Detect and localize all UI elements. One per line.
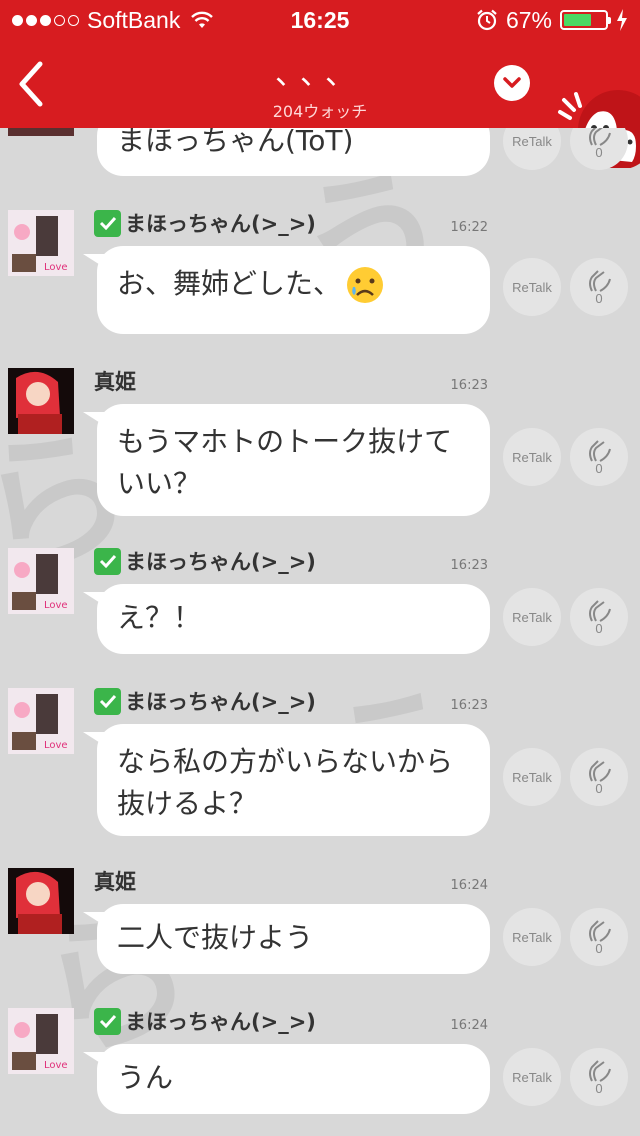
clap-icon bbox=[589, 759, 611, 782]
sender-label: まほっちゃん(>_>) bbox=[125, 550, 316, 574]
retalk-button[interactable]: ReTalk bbox=[503, 1048, 561, 1106]
clap-count: 0 bbox=[595, 460, 603, 476]
battery-icon bbox=[560, 10, 611, 30]
avatar[interactable]: Love bbox=[8, 548, 74, 614]
clap-button[interactable]: 0 bbox=[570, 1048, 628, 1106]
clap-icon bbox=[589, 1059, 611, 1082]
nav-bar: 、、、 204ウォッチ bbox=[0, 40, 640, 168]
message-text: お、舞姉どした、 bbox=[117, 267, 342, 300]
sender-label: まほっちゃん(>_>) bbox=[125, 212, 316, 236]
check-icon bbox=[94, 547, 121, 575]
sender-name: 真姫 bbox=[94, 366, 136, 396]
message-bubble[interactable]: もうマホトのトーク抜けて いい？ bbox=[83, 404, 490, 516]
sender-label: 真姫 bbox=[94, 370, 136, 394]
message-time: 16:23 bbox=[450, 378, 488, 393]
sender-name: まほっちゃん(>_>) bbox=[94, 1006, 316, 1036]
sender-name: 真姫 bbox=[94, 866, 136, 896]
sender-label: まほっちゃん(>_>) bbox=[125, 1010, 316, 1034]
clap-button[interactable]: 0 bbox=[570, 908, 628, 966]
svg-text:Love: Love bbox=[44, 740, 68, 751]
svg-text:Love: Love bbox=[44, 1060, 68, 1071]
sender-name: まほっちゃん(>_>) bbox=[94, 208, 316, 238]
message-bubble[interactable]: 二人で抜けよう bbox=[83, 904, 490, 974]
retalk-button[interactable]: ReTalk bbox=[503, 748, 561, 806]
dropdown-button[interactable] bbox=[494, 65, 530, 101]
sender-name: まほっちゃん(>_>) bbox=[94, 546, 316, 576]
avatar[interactable] bbox=[8, 368, 74, 434]
message-text: いい？ bbox=[117, 467, 202, 500]
clap-button[interactable]: 0 bbox=[570, 748, 628, 806]
status-time: 16:25 bbox=[290, 6, 350, 33]
message-bubble[interactable]: なら私の方がいらないから 抜けるよ？ bbox=[83, 724, 490, 836]
message-text: 抜けるよ？ bbox=[117, 787, 258, 820]
clap-count: 0 bbox=[595, 940, 603, 956]
message-text: 二人で抜けよう bbox=[117, 921, 314, 954]
sender-name: まほっちゃん(>_>) bbox=[94, 686, 316, 716]
watch-count: 204ウォッチ bbox=[272, 102, 368, 121]
check-icon bbox=[94, 209, 121, 237]
message-time: 16:23 bbox=[450, 698, 488, 713]
avatar[interactable] bbox=[8, 868, 74, 934]
status-bar: SoftBank 16:25 67% bbox=[0, 0, 640, 40]
page-title: 、、、 bbox=[275, 57, 365, 92]
clap-icon bbox=[589, 439, 611, 462]
clap-button[interactable]: 0 bbox=[570, 258, 628, 316]
message-bubble[interactable]: まほっちゃん(ToT) bbox=[83, 128, 490, 176]
retalk-button[interactable]: ReTalk bbox=[503, 428, 561, 486]
message-time: 16:24 bbox=[450, 878, 488, 893]
check-icon bbox=[94, 1007, 121, 1035]
message-text: まほっちゃん(ToT) bbox=[117, 128, 354, 157]
sender-label: まほっちゃん(>_>) bbox=[125, 690, 316, 714]
message-bubble[interactable]: うん bbox=[83, 1044, 490, 1114]
sad-face-icon bbox=[347, 267, 384, 303]
message-time: 16:22 bbox=[450, 220, 488, 235]
clap-count: 0 bbox=[595, 290, 603, 306]
clap-icon bbox=[589, 599, 611, 622]
retalk-button[interactable]: ReTalk bbox=[503, 908, 561, 966]
message-text: なら私の方がいらないから bbox=[117, 745, 454, 778]
retalk-button[interactable]: ReTalk bbox=[503, 128, 561, 170]
clap-count: 0 bbox=[595, 144, 603, 160]
message-text: うん bbox=[117, 1061, 174, 1094]
retalk-button[interactable]: ReTalk bbox=[503, 258, 561, 316]
clap-count: 0 bbox=[595, 780, 603, 796]
clap-button[interactable]: 0 bbox=[570, 588, 628, 646]
clap-button[interactable]: 0 bbox=[570, 128, 628, 170]
check-icon bbox=[94, 687, 121, 715]
retalk-button[interactable]: ReTalk bbox=[503, 588, 561, 646]
clap-icon bbox=[589, 919, 611, 942]
clap-icon bbox=[589, 269, 611, 292]
sender-label: 真姫 bbox=[94, 870, 136, 894]
chevron-down-icon bbox=[503, 77, 521, 88]
message-time: 16:24 bbox=[450, 1018, 488, 1033]
clap-button[interactable]: 0 bbox=[570, 428, 628, 486]
message-bubble[interactable]: え？！ bbox=[83, 584, 490, 654]
message-text: もうマホトのトーク抜けて bbox=[117, 425, 453, 458]
avatar[interactable]: Love bbox=[8, 1008, 74, 1074]
message-text: え？！ bbox=[117, 601, 202, 634]
clap-count: 0 bbox=[595, 1080, 603, 1096]
avatar[interactable] bbox=[8, 128, 74, 136]
svg-text:Love: Love bbox=[44, 600, 68, 611]
svg-text:Love: Love bbox=[44, 262, 68, 273]
battery-fill bbox=[564, 14, 591, 26]
message-bubble[interactable]: お、舞姉どした、 bbox=[83, 246, 490, 334]
avatar[interactable]: Love bbox=[8, 210, 74, 276]
avatar[interactable]: Love bbox=[8, 688, 74, 754]
message-list[interactable]: まほっちゃん(ToT) ReTalk 0 Love まほっちゃん(>_>) 16… bbox=[0, 128, 640, 1136]
clap-count: 0 bbox=[595, 620, 603, 636]
message-time: 16:23 bbox=[450, 558, 488, 573]
